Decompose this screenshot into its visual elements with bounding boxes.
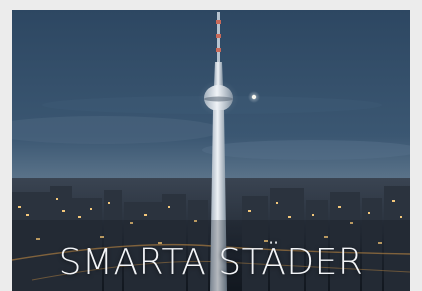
smart-cities-banner[interactable]: SMARTA STÄDER	[12, 10, 410, 291]
banner-title: SMARTA STÄDER	[58, 242, 364, 283]
